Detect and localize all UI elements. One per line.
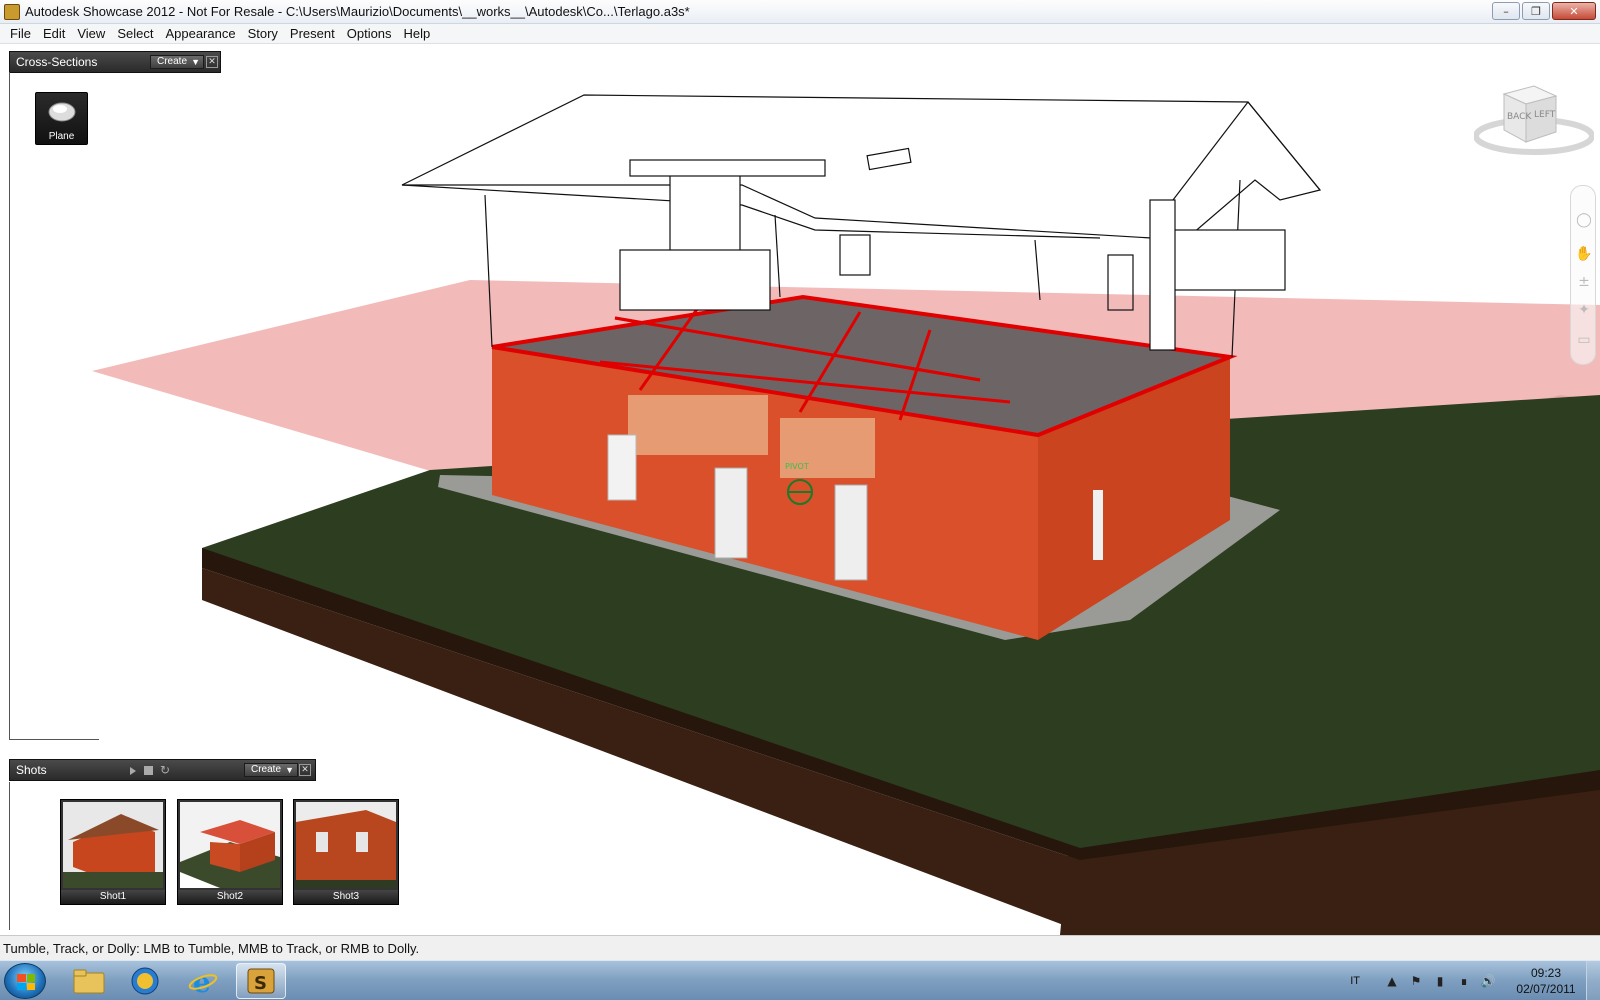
tray-expand-icon[interactable]: ▲ (1384, 973, 1400, 989)
window-2 (1093, 490, 1103, 560)
menu-help[interactable]: Help (398, 26, 437, 41)
balcony-left (628, 395, 768, 455)
menu-bar: File Edit View Select Appearance Story P… (0, 24, 1600, 44)
svg-text:e: e (193, 966, 211, 997)
window-controls: – ❐ ✕ (1490, 2, 1596, 20)
shots-close-icon[interactable]: ✕ (299, 764, 311, 776)
shot1-label: Shot1 (61, 890, 165, 904)
menu-view[interactable]: View (71, 26, 111, 41)
shot-thumbnail-2[interactable]: Shot2 (177, 799, 283, 905)
shot-thumbnail-1[interactable]: Shot1 (60, 799, 166, 905)
plane-tool-label: Plane (48, 131, 75, 142)
internet-explorer-icon: e (188, 966, 218, 997)
showcase-app-icon[interactable] (4, 4, 20, 20)
menu-story[interactable]: Story (242, 26, 284, 41)
chevron-down-icon: ▼ (191, 57, 201, 67)
taskbar-explorer-button[interactable] (64, 963, 114, 999)
cross-sections-create-dropdown[interactable]: Create ▼ (150, 55, 205, 69)
loop-icon[interactable]: ↻ (160, 763, 170, 777)
compass-icon (131, 967, 159, 995)
viewcube-left-label: LEFT (1534, 110, 1556, 120)
viewcube-back-label: BACK (1507, 112, 1532, 122)
folder-icon (73, 969, 105, 994)
shot2-label: Shot2 (178, 890, 282, 904)
maximize-icon[interactable]: ❐ (1522, 2, 1550, 20)
stop-icon[interactable] (144, 766, 153, 775)
svg-text:S: S (254, 973, 267, 994)
title-bar: Autodesk Showcase 2012 - Not For Resale … (0, 0, 1600, 24)
shots-header: Shots ↻ Create ▼ ✕ (9, 759, 316, 781)
play-icon[interactable] (130, 767, 136, 775)
clock-time: 09:23 (1530, 966, 1562, 980)
window-title: Autodesk Showcase 2012 - Not For Resale … (25, 4, 690, 19)
shot3-label: Shot3 (294, 890, 398, 904)
cross-sections-create-label: Create (157, 56, 188, 67)
shots-create-label: Create (251, 764, 282, 775)
action-center-flag-icon[interactable]: ⚑ (1408, 973, 1424, 989)
show-desktop-button[interactable] (1586, 961, 1600, 1000)
status-bar: Tumble, Track, or Dolly: LMB to Tumble, … (0, 935, 1600, 960)
pivot-label: PIVOT (785, 462, 809, 471)
close-icon[interactable]: ✕ (1552, 2, 1596, 20)
window-1 (607, 434, 637, 501)
showcase-window: Autodesk Showcase 2012 - Not For Resale … (0, 0, 1600, 1000)
door-2 (834, 484, 868, 581)
menu-file[interactable]: File (4, 26, 37, 41)
taskbar-ie-button[interactable]: e (178, 963, 228, 999)
start-button[interactable] (4, 963, 46, 999)
clock-date: 02/07/2011 (1516, 982, 1576, 996)
menu-present[interactable]: Present (284, 26, 341, 41)
menu-edit[interactable]: Edit (37, 26, 71, 41)
volume-icon[interactable]: 🔊 (1480, 973, 1496, 989)
language-indicator[interactable]: IT (1350, 975, 1360, 987)
taskbar-showcase-button[interactable]: S (236, 963, 286, 999)
cross-sections-title: Cross-Sections (16, 55, 98, 69)
system-tray: IT ▲ ⚑ ▮ ∎ 🔊 09:23 02/07/2011 (1350, 961, 1600, 1000)
showmotion-icon[interactable]: ▭ (1575, 332, 1593, 350)
shot2-preview (180, 802, 280, 888)
shot-thumbnail-3[interactable]: Shot3 (293, 799, 399, 905)
windows-logo-icon (17, 974, 35, 990)
cross-sections-close-icon[interactable]: ✕ (206, 56, 218, 68)
taskbar-clock-app-button[interactable] (120, 963, 170, 999)
menu-appearance[interactable]: Appearance (159, 26, 241, 41)
shot1-preview (63, 802, 163, 888)
menu-select[interactable]: Select (111, 26, 159, 41)
showcase-app-icon: S (247, 968, 275, 994)
cross-sections-panel (9, 72, 99, 740)
steering-wheel-icon[interactable]: ◯ (1575, 212, 1593, 230)
taskbar-clock[interactable]: 09:23 02/07/2011 (1506, 965, 1586, 997)
windows-taskbar: e S IT ▲ ⚑ ▮ ∎ 🔊 09:23 02/07/2011 (0, 960, 1600, 1000)
shots-title: Shots (16, 763, 47, 777)
plane-tool-button[interactable]: Plane (35, 92, 88, 145)
viewcube[interactable]: BACK LEFT (1474, 84, 1594, 160)
zoom-icon[interactable]: ± (1575, 274, 1593, 292)
plane-icon (48, 102, 76, 122)
shots-panel (9, 782, 1089, 930)
chevron-down-icon: ▼ (285, 765, 295, 775)
status-text: Tumble, Track, or Dolly: LMB to Tumble, … (3, 940, 420, 956)
cross-sections-header: Cross-Sections Create ▼ ✕ (9, 51, 221, 73)
network-icon[interactable]: ∎ (1456, 973, 1472, 989)
battery-icon[interactable]: ▮ (1432, 973, 1448, 989)
orbit-icon[interactable]: ✦ (1575, 302, 1593, 320)
door-1 (714, 467, 748, 559)
shot3-preview (296, 802, 396, 888)
menu-options[interactable]: Options (341, 26, 398, 41)
shots-create-dropdown[interactable]: Create ▼ (244, 763, 299, 777)
navigation-bar: ◯ ✋ ± ✦ ▭ (1570, 185, 1596, 365)
minimize-icon[interactable]: – (1492, 2, 1520, 20)
pan-icon[interactable]: ✋ (1575, 246, 1593, 264)
